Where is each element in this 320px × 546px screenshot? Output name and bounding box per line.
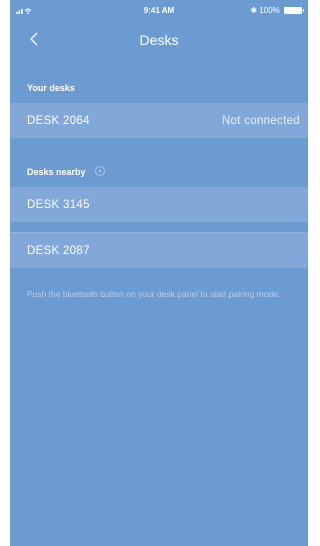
status-right: ✱ 100% — [250, 6, 304, 15]
desk-row-2064[interactable]: DESK 2064 Not connected — [10, 103, 308, 138]
spinner-icon — [95, 166, 105, 176]
connection-status: Not connected — [221, 115, 300, 127]
navigation-bar: Desks — [10, 24, 308, 56]
desk-label: DESK 2087 — [27, 245, 90, 257]
your-desks-header: Your desks — [10, 72, 308, 103]
bluetooth-icon: ✱ — [250, 6, 258, 15]
status-bar: 9:41 AM ✱ 100% — [10, 0, 308, 18]
app-screen: 9:41 AM ✱ 100% Desks Your desks DESK 206… — [10, 0, 308, 546]
page-title: Desks — [139, 32, 179, 48]
your-desks-header-label: Your desks — [27, 83, 75, 93]
desk-label: DESK 3145 — [27, 199, 90, 211]
desks-nearby-header: Desks nearby — [10, 156, 308, 187]
battery-percent: 100% — [259, 6, 280, 15]
desk-label: DESK 2064 — [27, 115, 90, 127]
desk-row-3145[interactable]: DESK 3145 — [10, 187, 308, 222]
desks-nearby-header-label: Desks nearby — [27, 167, 86, 177]
battery-icon — [284, 7, 304, 15]
pairing-hint: Push the bluetooth button on your desk p… — [27, 289, 281, 299]
desk-row-2087[interactable]: DESK 2087 — [10, 233, 308, 268]
